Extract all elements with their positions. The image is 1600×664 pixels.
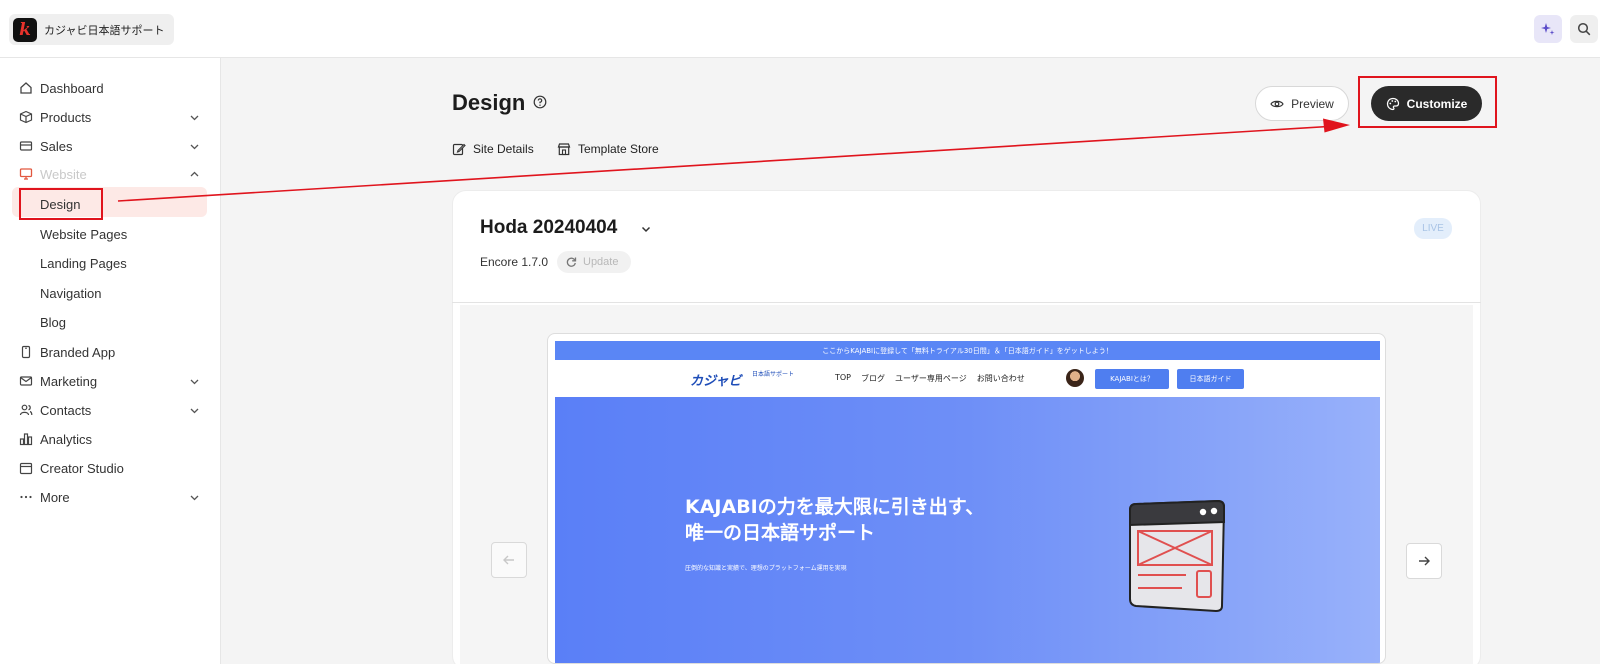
chevron-up-icon [190, 171, 199, 177]
sidebar-item-website[interactable]: Website [0, 160, 221, 188]
sidebar-item-label: Analytics [40, 431, 93, 447]
sidebar-item-blog[interactable]: Blog [0, 308, 221, 336]
sidebar-item-label: More [40, 489, 70, 505]
chevron-down-icon [190, 115, 199, 121]
sidebar-item-landing-pages[interactable]: Landing Pages [0, 249, 221, 277]
monitor-icon [19, 168, 33, 180]
calendar-icon [19, 462, 33, 475]
thumbnail-nav-link: ブログ [861, 374, 886, 383]
chevron-down-icon [190, 408, 199, 414]
sidebar-item-label: Website [40, 166, 87, 182]
hero-heading-line: 唯一の日本語サポート [685, 522, 876, 544]
edit-icon [452, 143, 466, 156]
sidebar-item-label: Dashboard [40, 80, 104, 96]
browser-window-illustration [1129, 500, 1226, 612]
sidebar-item-label: Products [40, 109, 92, 125]
card-divider [452, 302, 1481, 303]
hero-heading-line: KAJABIの力を最大限に引き出す、 [685, 496, 985, 518]
sidebar-item-branded-app[interactable]: Branded App [0, 338, 221, 366]
refresh-icon [566, 257, 577, 267]
site-thumbnail: ここからKAJABIに登録して「無料トライアル30日間」＆「日本語ガイド」をゲッ… [547, 333, 1386, 664]
sidebar-item-label: Creator Studio [40, 460, 124, 476]
users-icon [19, 404, 33, 416]
hero-subtext: 圧倒的な知識と実績で、理想のプラットフォーム運用を実現 [685, 565, 847, 572]
brand-name: カジャビ日本語サポート [44, 23, 165, 37]
brand-logo: k [13, 17, 37, 42]
sidebar-item-products[interactable]: Products [0, 103, 221, 131]
chevron-down-icon[interactable] [640, 223, 652, 235]
sidebar-item-website-pages[interactable]: Website Pages [0, 220, 221, 248]
carousel-prev-button[interactable] [491, 542, 527, 578]
preview-label: Preview [1291, 96, 1334, 111]
sidebar-item-sales[interactable]: Sales [0, 132, 221, 160]
annotation-highlight-box [1358, 76, 1497, 128]
sidebar-item-label: Contacts [40, 402, 92, 418]
bar-chart-icon [19, 433, 33, 446]
thumbnail-nav-link: ユーザー専用ページ [895, 374, 967, 383]
sidebar-item-label: Landing Pages [40, 255, 127, 271]
thumbnail-logo-sub: 日本語サポート [752, 371, 795, 378]
thumbnail-nav-link: TOP [835, 373, 852, 382]
thumbnail-logo: カジャビ [690, 374, 742, 389]
sparkle-icon [1541, 23, 1555, 35]
update-label: Update [583, 256, 619, 268]
sidebar-item-label: Website Pages [40, 226, 128, 242]
eye-icon [1270, 100, 1284, 107]
theme-version: Encore 1.7.0 [480, 255, 549, 269]
avatar [1066, 369, 1084, 387]
phone-icon [21, 345, 31, 359]
arrow-right-icon [1419, 556, 1430, 566]
sidebar-item-marketing[interactable]: Marketing [0, 367, 221, 395]
chevron-down-icon [190, 379, 199, 385]
site-name[interactable]: Hoda 20240404 [480, 217, 617, 239]
sidebar-item-navigation[interactable]: Navigation [0, 279, 221, 307]
status-badge: LIVE [1414, 218, 1452, 239]
site-details-link[interactable]: Site Details [452, 142, 534, 156]
update-theme-button[interactable]: Update [557, 251, 631, 273]
thumbnail-button-about: KAJABIとは？ [1095, 369, 1169, 389]
carousel-next-button[interactable] [1406, 543, 1442, 579]
arrow-left-icon [503, 555, 514, 565]
store-icon [557, 143, 571, 156]
sidebar-item-analytics[interactable]: Analytics [0, 425, 221, 453]
page-title: Design [452, 90, 526, 115]
help-circle-icon[interactable] [533, 95, 547, 109]
thumbnail-nav-links: TOP ブログ ユーザー専用ページ お問い合わせ [835, 373, 1025, 384]
sidebar-item-label: Navigation [40, 285, 102, 301]
ai-sparkle-button[interactable] [1534, 15, 1562, 43]
sidebar-item-creator-studio[interactable]: Creator Studio [0, 454, 221, 482]
site-details-label: Site Details [473, 142, 534, 156]
sidebar-item-more[interactable]: More [0, 483, 221, 511]
thumbnail-button-guide: 日本語ガイド [1177, 369, 1244, 389]
thumbnail-nav-link: お問い合わせ [976, 374, 1025, 383]
more-dots-icon [20, 495, 32, 499]
credit-card-icon [19, 141, 33, 151]
sidebar-item-contacts[interactable]: Contacts [0, 396, 221, 424]
mail-icon [19, 376, 33, 386]
home-icon [20, 82, 32, 94]
hero-heading: KAJABIの力を最大限に引き出す、 唯一の日本語サポート [685, 494, 984, 546]
chevron-down-icon [190, 495, 199, 501]
annotation-highlight-box [19, 188, 103, 220]
sidebar-item-dashboard[interactable]: Dashboard [0, 74, 221, 102]
sidebar-item-label: Sales [40, 138, 73, 154]
template-store-link[interactable]: Template Store [557, 142, 659, 156]
search-button[interactable] [1570, 15, 1598, 43]
thumbnail-nav: カジャビ 日本語サポート TOP ブログ ユーザー専用ページ お問い合わせ KA… [555, 361, 1380, 397]
sidebar-item-label: Branded App [40, 344, 116, 360]
template-store-label: Template Store [578, 142, 659, 156]
thumbnail-banner: ここからKAJABIに登録して「無料トライアル30日間」＆「日本語ガイド」をゲッ… [555, 341, 1380, 360]
sidebar-item-label: Blog [40, 314, 67, 330]
top-bar: k カジャビ日本語サポート [0, 0, 1600, 58]
brand-switcher[interactable]: k カジャビ日本語サポート [9, 14, 175, 45]
box-icon [19, 110, 33, 124]
preview-button[interactable]: Preview [1255, 86, 1349, 121]
sidebar-item-label: Marketing [40, 373, 98, 389]
thumbnail-hero: KAJABIの力を最大限に引き出す、 唯一の日本語サポート 圧倒的な知識と実績で… [555, 397, 1380, 663]
chevron-down-icon [190, 144, 199, 150]
search-icon [1577, 22, 1591, 36]
